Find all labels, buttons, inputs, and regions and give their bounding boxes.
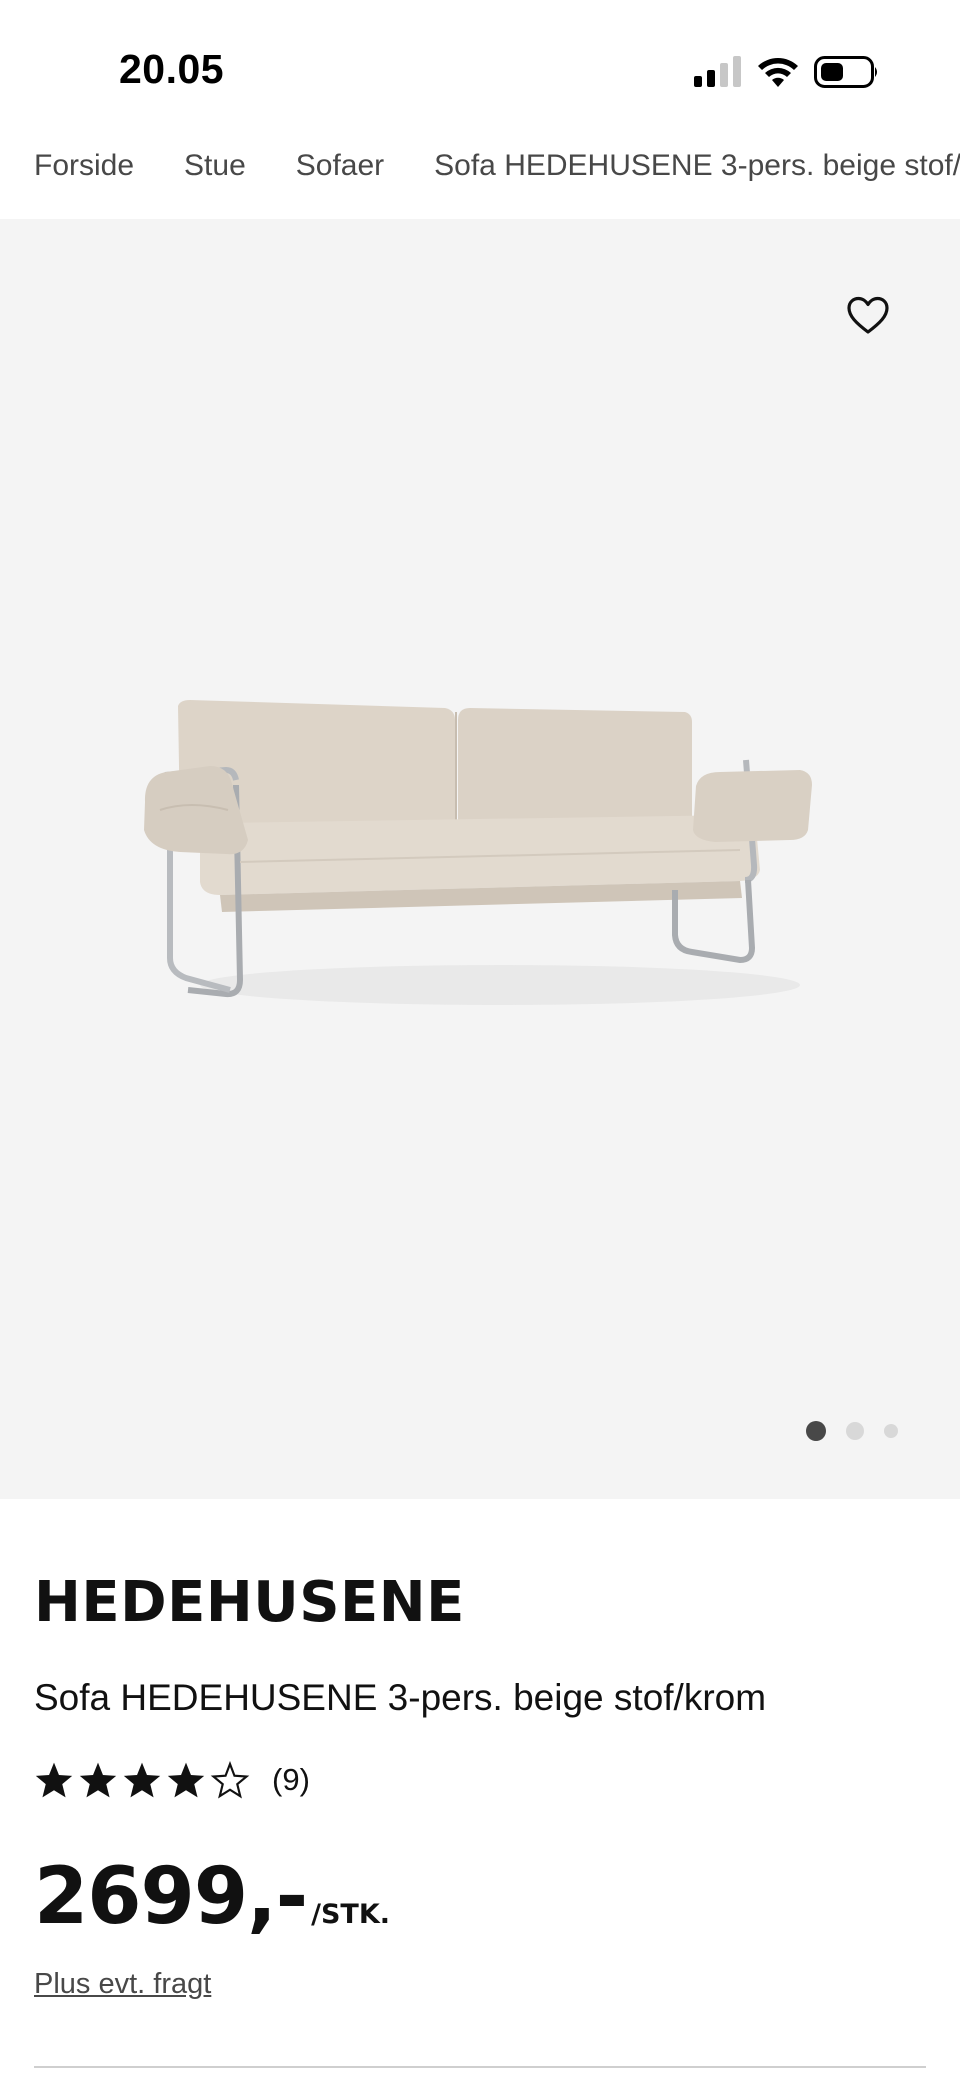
gallery-pagination	[806, 1420, 898, 1442]
breadcrumb-item-sofaer[interactable]: Sofaer	[296, 149, 384, 183]
rating-stars	[34, 1761, 250, 1799]
product-description: Sofa HEDEHUSENE 3-pers. beige stof/krom	[34, 1677, 767, 1718]
star-filled-icon	[79, 1762, 117, 1798]
star-filled-icon	[35, 1762, 73, 1798]
pagination-dot-active[interactable]	[806, 1421, 826, 1441]
status-bar: 20.05	[0, 0, 960, 130]
sofa-product-image	[144, 700, 812, 1005]
wifi-icon	[758, 58, 798, 87]
product-price: 2699,-	[34, 1852, 308, 1942]
cellular-signal-icon	[694, 56, 741, 87]
pagination-dot[interactable]	[884, 1424, 898, 1438]
divider	[34, 2066, 926, 2068]
shipping-link[interactable]: Plus evt. fragt	[34, 1968, 211, 2001]
breadcrumb: Forside Stue Sofaer Sofa HEDEHUSENE 3-pe…	[34, 140, 960, 192]
status-time: 20.05	[119, 46, 225, 92]
heart-outline-icon	[847, 296, 889, 334]
star-outline-icon	[210, 1761, 250, 1799]
breadcrumb-item-stue[interactable]: Stue	[184, 149, 246, 183]
price-row: 2699,- /STK.	[34, 1852, 390, 1942]
favorite-button[interactable]	[840, 288, 896, 344]
star-filled-icon	[123, 1762, 161, 1798]
price-unit: /STK.	[311, 1899, 390, 1930]
product-brand: HEDEHUSENE	[34, 1570, 465, 1635]
breadcrumb-item-current: Sofa HEDEHUSENE 3-pers. beige stof/krom	[434, 149, 960, 182]
product-rating[interactable]: (9)	[34, 1757, 310, 1803]
star-filled-icon	[167, 1762, 205, 1798]
status-icons	[694, 52, 880, 92]
rating-count: (9)	[272, 1762, 310, 1797]
battery-icon	[814, 56, 877, 88]
breadcrumb-item-forside[interactable]: Forside	[34, 149, 134, 183]
pagination-dot[interactable]	[846, 1422, 864, 1440]
